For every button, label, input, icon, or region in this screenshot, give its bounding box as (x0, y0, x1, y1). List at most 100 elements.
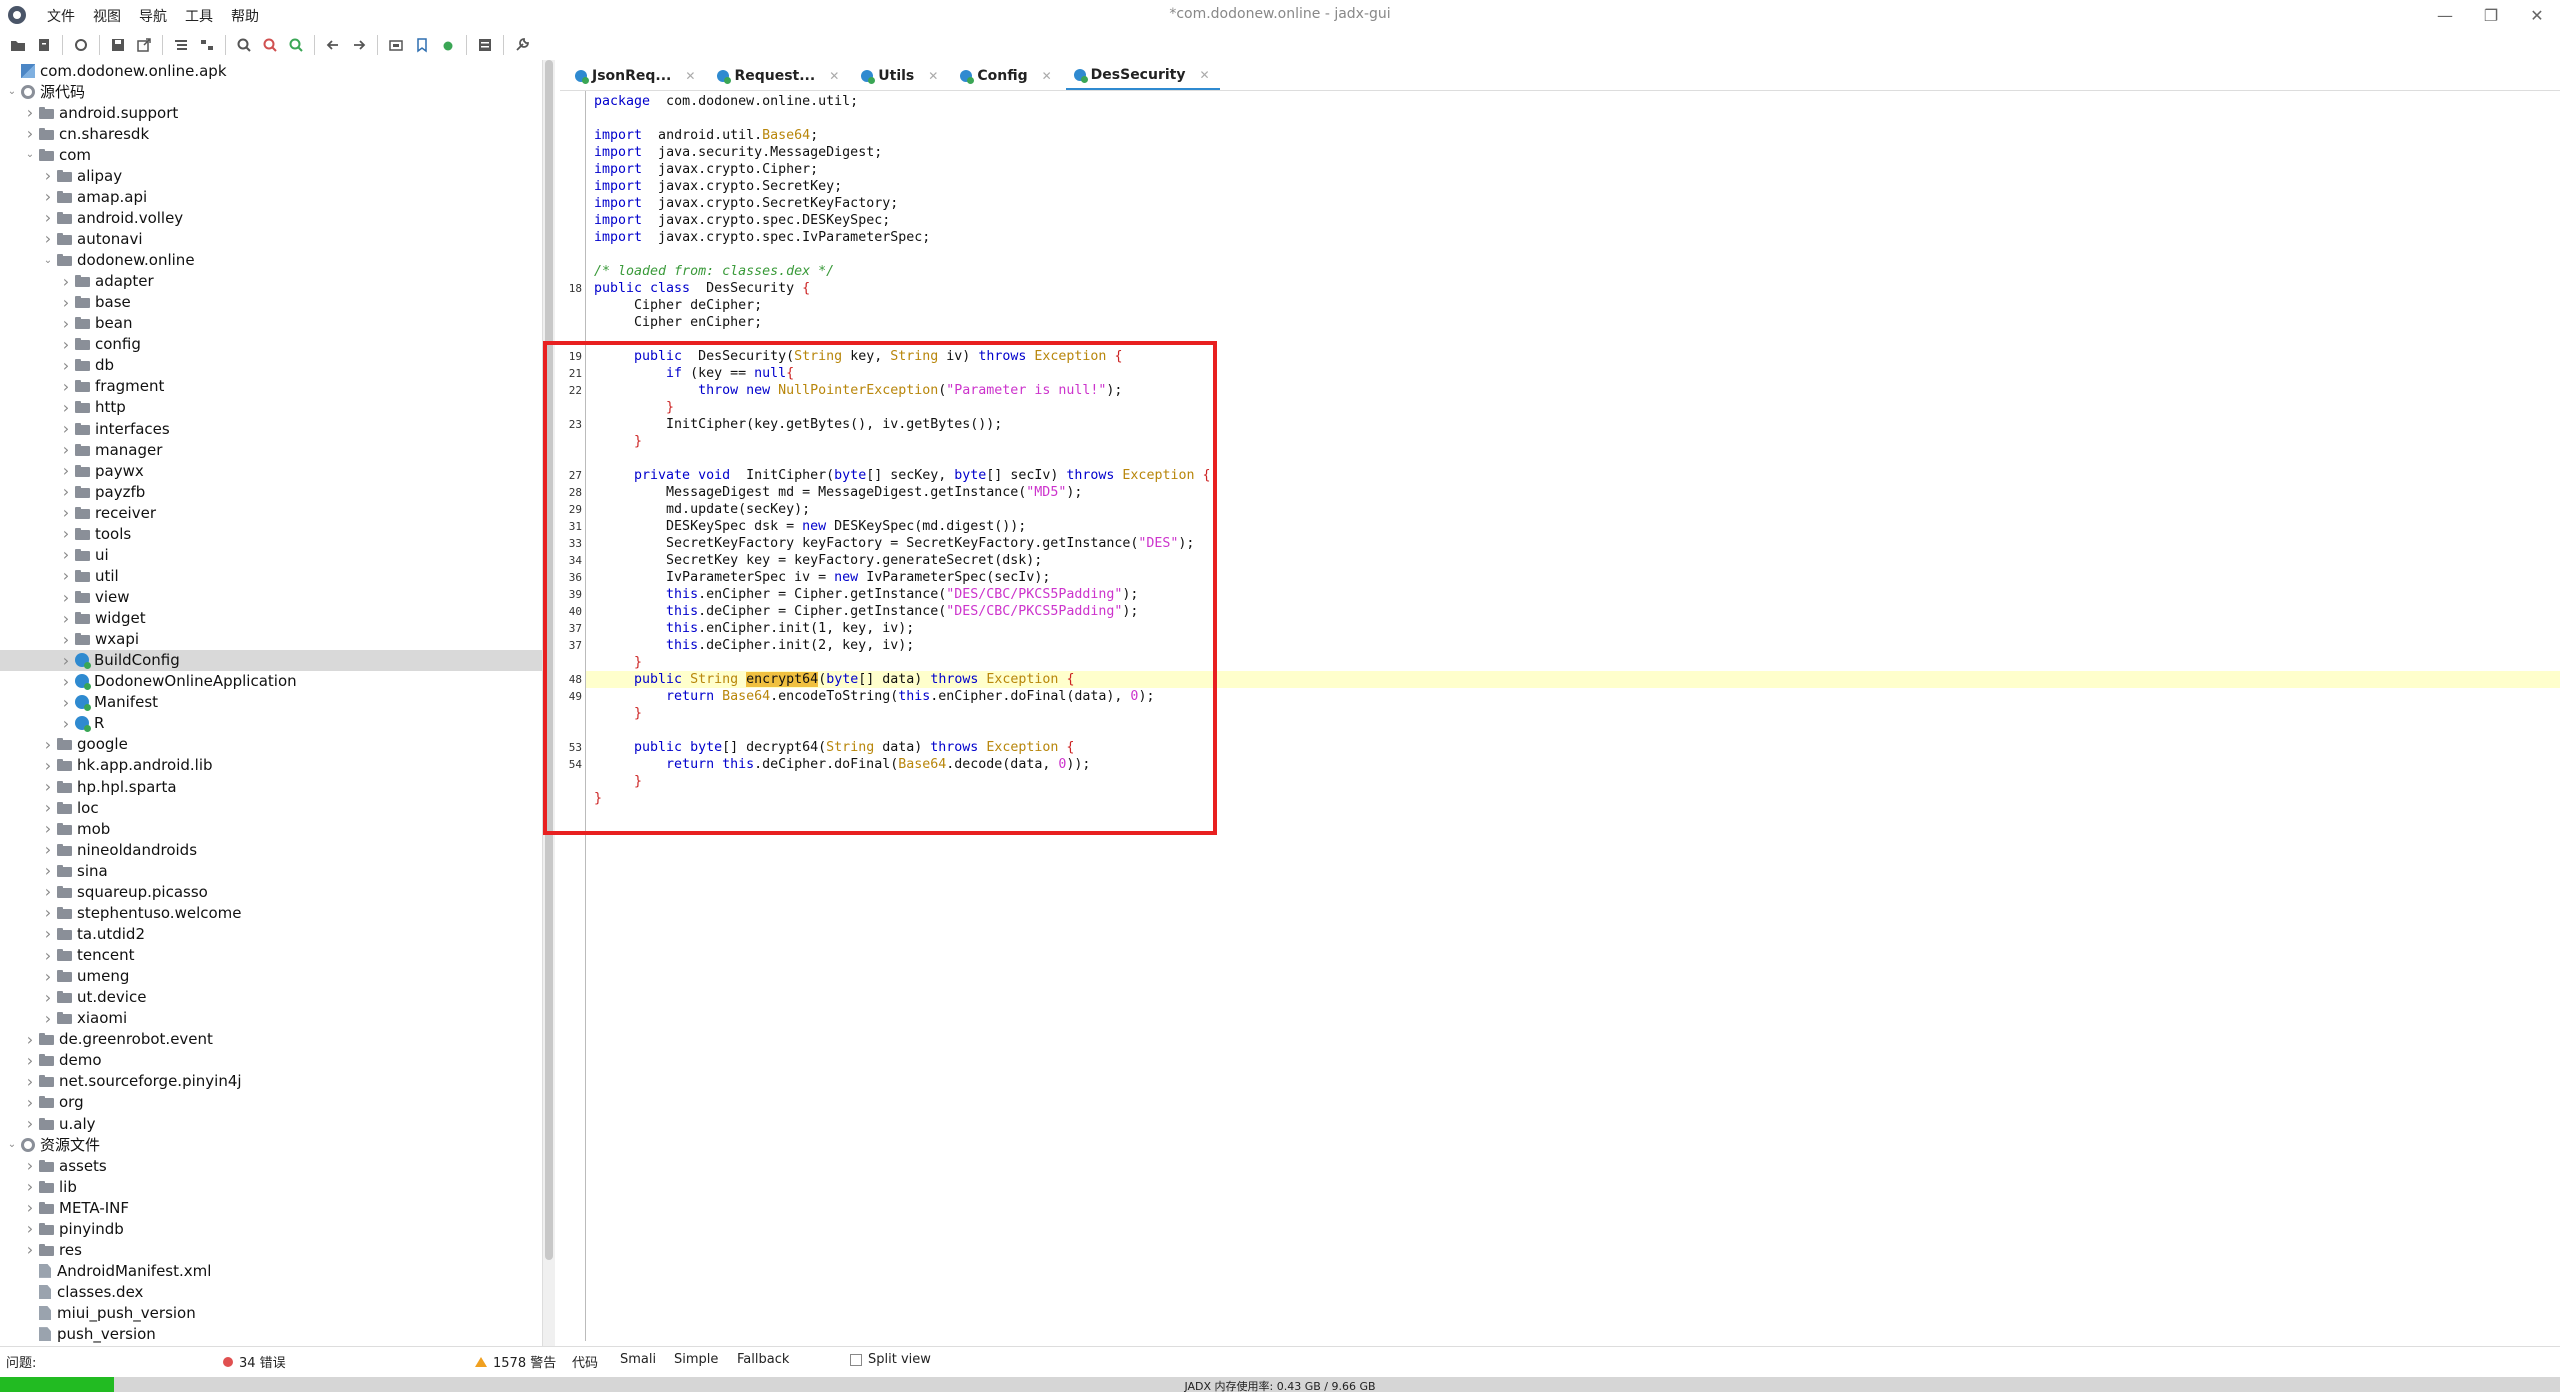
tree-item[interactable]: › cn.sharesdk (0, 123, 542, 144)
errors-count[interactable]: 34 错误 (223, 1352, 286, 1371)
view-tab-code[interactable]: 代码 (572, 1352, 598, 1371)
tree-item[interactable]: › u.aly (0, 1113, 542, 1134)
code-editor[interactable]: package com.dodonew.online.util; import a… (560, 90, 2560, 1341)
chevron-right-icon[interactable]: › (24, 1092, 36, 1113)
tree-item[interactable]: › Manifest (0, 692, 542, 713)
tree-item[interactable]: AndroidManifest.xml (0, 1260, 542, 1281)
tree-scrollbar-thumb[interactable] (545, 60, 553, 1260)
chevron-right-icon[interactable]: › (42, 228, 54, 249)
tree-item[interactable]: › payzfb (0, 481, 542, 502)
close-tab-icon[interactable]: ✕ (1042, 69, 1052, 83)
tree-item[interactable]: › tools (0, 523, 542, 544)
add-files-icon[interactable] (32, 33, 56, 57)
chevron-right-icon[interactable]: › (42, 1008, 54, 1029)
tree-item[interactable]: › pinyindb (0, 1218, 542, 1239)
chevron-right-icon[interactable]: › (42, 207, 54, 228)
warnings-count[interactable]: 1578 警告 (475, 1352, 556, 1371)
chevron-right-icon[interactable]: › (60, 565, 72, 586)
editor-tab[interactable]: Utils ✕ (853, 62, 948, 90)
tree-item[interactable]: classes.dex (0, 1281, 542, 1302)
tree-item[interactable]: › bean (0, 313, 542, 334)
tree-item[interactable]: › hk.app.android.lib (0, 755, 542, 776)
tree-item[interactable]: › squareup.picasso (0, 881, 542, 902)
tree-item[interactable]: › db (0, 355, 542, 376)
chevron-right-icon[interactable]: › (60, 376, 72, 397)
tree-item[interactable]: ⌄ com (0, 144, 542, 165)
chevron-right-icon[interactable]: › (24, 1071, 36, 1092)
tree-item[interactable]: › adapter (0, 271, 542, 292)
tree-item[interactable]: › android.support (0, 102, 542, 123)
close-tab-icon[interactable]: ✕ (685, 69, 695, 83)
close-tab-icon[interactable]: ✕ (1199, 68, 1209, 82)
editor-tab[interactable]: JsonReq... ✕ (567, 62, 705, 90)
chevron-right-icon[interactable]: › (60, 418, 72, 439)
chevron-down-icon[interactable]: ⌄ (42, 250, 54, 271)
deobfuscation-icon[interactable] (384, 33, 408, 57)
tree-item[interactable]: › base (0, 292, 542, 313)
chevron-right-icon[interactable]: › (42, 165, 54, 186)
sync-tree-icon[interactable] (169, 33, 193, 57)
chevron-right-icon[interactable]: › (24, 1050, 36, 1071)
tree-item[interactable]: › ui (0, 544, 542, 565)
chevron-right-icon[interactable]: › (24, 1029, 36, 1050)
chevron-right-icon[interactable]: › (42, 902, 54, 923)
tree-item[interactable]: › META-INF (0, 1197, 542, 1218)
chevron-right-icon[interactable]: › (24, 123, 36, 144)
tree-item[interactable]: › receiver (0, 502, 542, 523)
tree-item[interactable]: › DodonewOnlineApplication (0, 671, 542, 692)
close-button[interactable]: ✕ (2514, 0, 2560, 30)
tree-item[interactable]: › manager (0, 439, 542, 460)
close-tab-icon[interactable]: ✕ (928, 69, 938, 83)
tree-item[interactable]: › fragment (0, 376, 542, 397)
find-usage-icon[interactable] (284, 33, 308, 57)
search-icon[interactable] (232, 33, 256, 57)
reload-icon[interactable] (69, 33, 93, 57)
chevron-right-icon[interactable]: › (42, 755, 54, 776)
chevron-right-icon[interactable]: › (42, 923, 54, 944)
chevron-right-icon[interactable]: › (24, 1197, 36, 1218)
export-icon[interactable] (132, 33, 156, 57)
tree-item[interactable]: › config (0, 334, 542, 355)
chevron-right-icon[interactable]: › (42, 860, 54, 881)
chevron-right-icon[interactable]: › (42, 797, 54, 818)
tree-item[interactable]: › ta.utdid2 (0, 923, 542, 944)
tree-item[interactable]: › res (0, 1239, 542, 1260)
project-tree[interactable]: com.dodonew.online.apk ⌄ 源代码 › android.suppo… (0, 60, 543, 1346)
tree-item[interactable]: ⌄ dodonew.online (0, 250, 542, 271)
tree-item[interactable]: › widget (0, 608, 542, 629)
flatten-packages-icon[interactable] (195, 33, 219, 57)
log-viewer-icon[interactable] (473, 33, 497, 57)
chevron-right-icon[interactable]: › (24, 102, 36, 123)
tree-item[interactable]: › demo (0, 1050, 542, 1071)
debug-icon[interactable] (436, 33, 460, 57)
view-tab-fallback[interactable]: Fallback (737, 1352, 789, 1367)
tree-item[interactable]: › autonavi (0, 228, 542, 249)
tree-item[interactable]: › sina (0, 860, 542, 881)
tree-item[interactable]: › nineoldandroids (0, 839, 542, 860)
view-tab-smali[interactable]: Smali (620, 1352, 656, 1367)
tree-item[interactable]: › assets (0, 1155, 542, 1176)
tree-item[interactable]: › BuildConfig (0, 649, 542, 671)
tree-item[interactable]: › android.volley (0, 207, 542, 228)
chevron-right-icon[interactable]: › (60, 523, 72, 544)
chevron-down-icon[interactable]: ⌄ (6, 81, 18, 102)
chevron-right-icon[interactable]: › (42, 839, 54, 860)
editor-tab[interactable]: Request... ✕ (709, 62, 849, 90)
chevron-right-icon[interactable]: › (60, 544, 72, 565)
view-tab-simple[interactable]: Simple (674, 1352, 718, 1367)
tree-item[interactable]: › view (0, 587, 542, 608)
chevron-right-icon[interactable]: › (42, 966, 54, 987)
preferences-wrench-icon[interactable] (510, 33, 534, 57)
open-file-icon[interactable] (6, 33, 30, 57)
chevron-right-icon[interactable]: › (24, 1113, 36, 1134)
chevron-right-icon[interactable]: › (60, 502, 72, 523)
tree-item[interactable]: › wxapi (0, 629, 542, 650)
chevron-right-icon[interactable]: › (60, 313, 72, 334)
back-arrow-icon[interactable] (321, 33, 345, 57)
tree-item[interactable]: › lib (0, 1176, 542, 1197)
tree-item[interactable]: › util (0, 565, 542, 586)
close-tab-icon[interactable]: ✕ (829, 69, 839, 83)
chevron-right-icon[interactable]: › (42, 776, 54, 797)
forward-arrow-icon[interactable] (347, 33, 371, 57)
tree-item[interactable]: com.dodonew.online.apk (0, 60, 542, 81)
